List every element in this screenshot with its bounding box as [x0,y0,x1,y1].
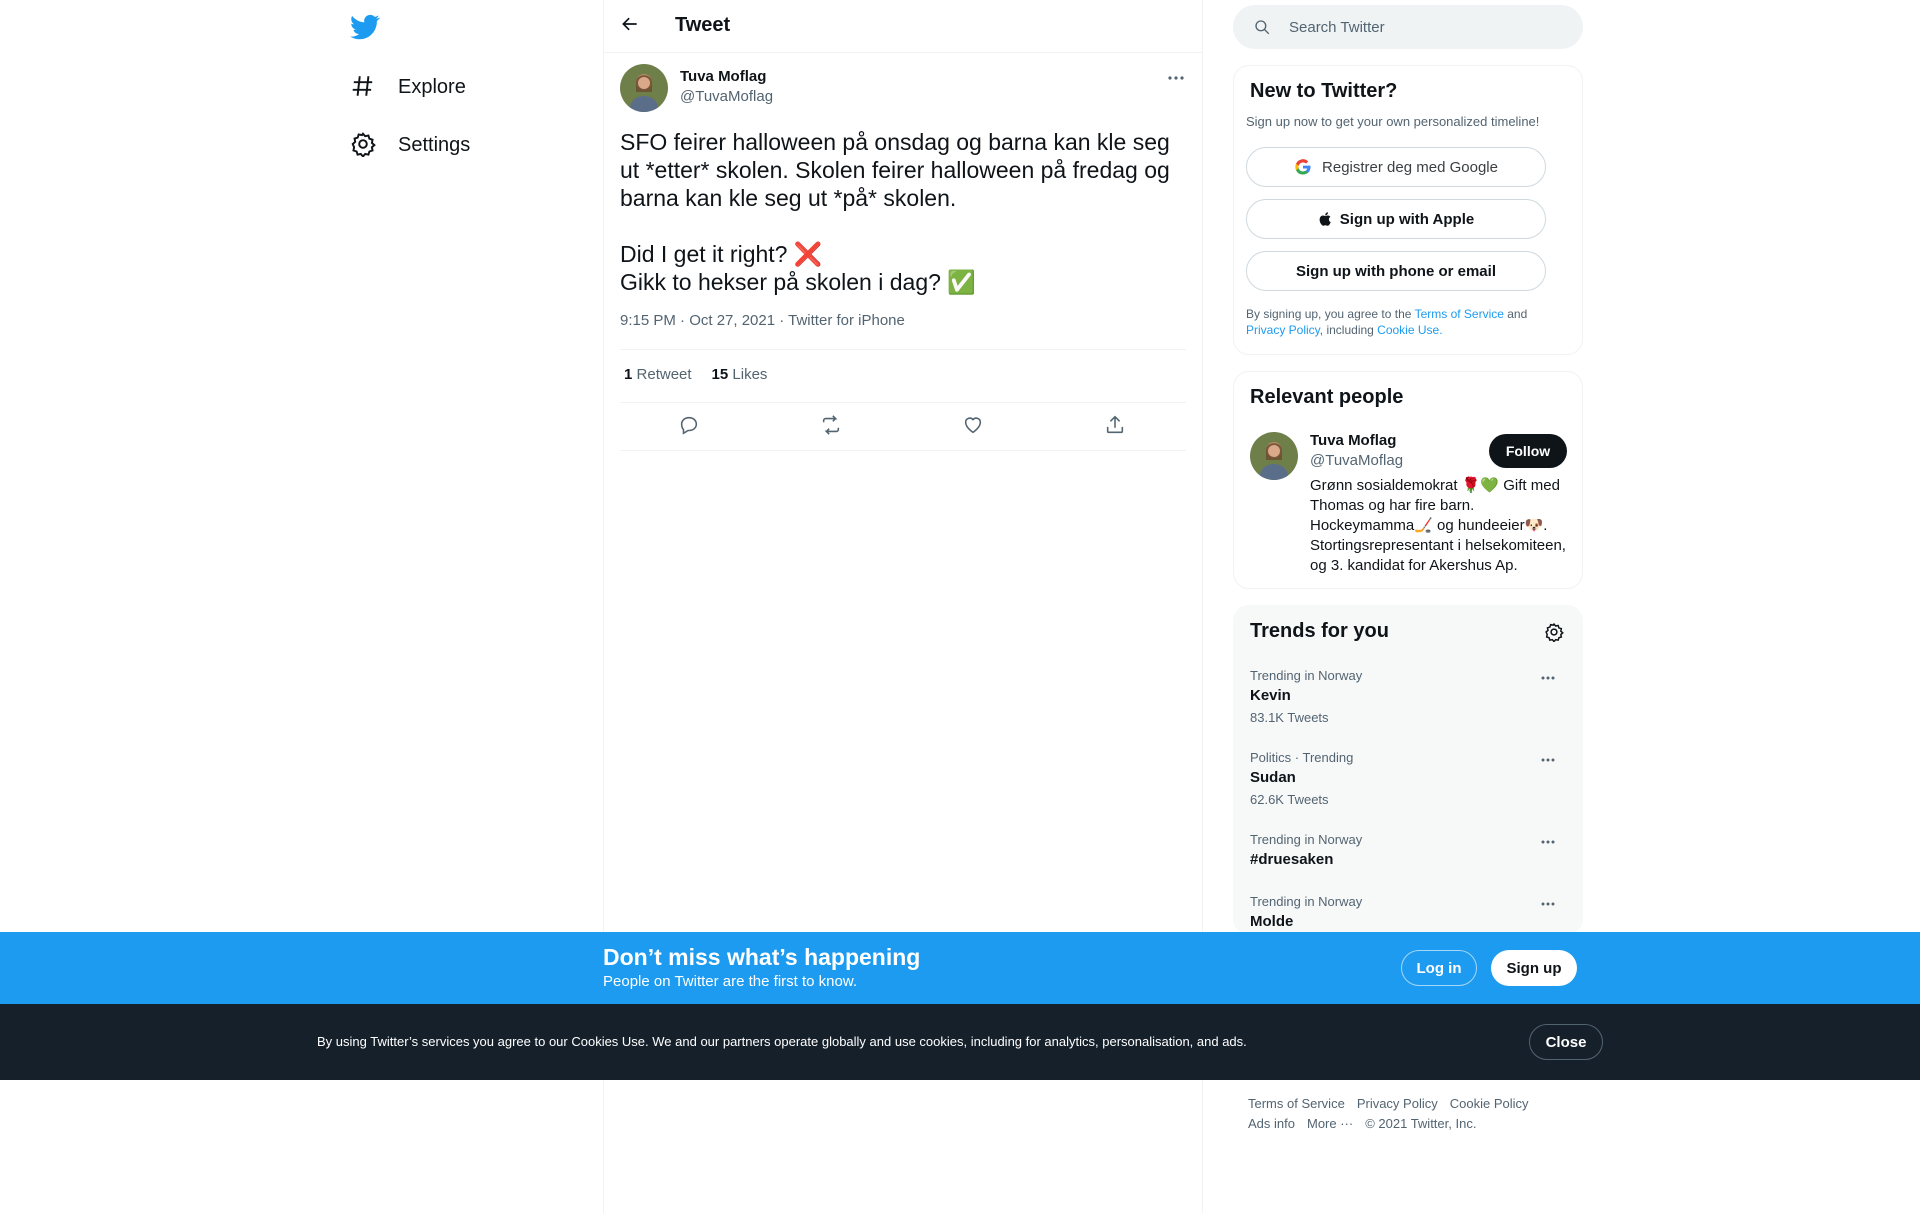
signup-banner-subtitle: People on Twitter are the first to know. [603,973,858,990]
likes-label: Likes [732,366,768,383]
retweet-count: 1 [624,366,633,383]
legal-text-3: , including [1319,323,1378,337]
apple-icon [1318,211,1334,227]
signup-banner [0,932,1920,1004]
apple-signup-button[interactable]: Sign up with Apple [1246,199,1546,239]
footer-more-link[interactable]: More ··· [1307,1116,1353,1131]
more-options-icon[interactable] [1538,894,1558,914]
trend-item[interactable]: Trending in Norway #druesaken [1250,832,1570,868]
trend-title: Kevin [1250,687,1291,704]
login-button[interactable]: Log in [1401,950,1477,986]
divider [620,349,1186,350]
reply-icon[interactable] [678,414,702,438]
trend-title: Sudan [1250,769,1296,786]
relevant-people-card: Relevant people Tuva Moflag @TuvaMoflag … [1233,371,1583,589]
google-icon [1294,158,1312,176]
like-heart-icon[interactable] [962,414,986,438]
trends-settings-gear-icon[interactable] [1544,622,1564,642]
apple-signup-label: Sign up with Apple [1339,210,1475,228]
twitter-logo-icon[interactable] [350,12,382,44]
follow-button[interactable]: Follow [1489,434,1567,468]
footer-copyright: © 2021 Twitter, Inc. [1365,1116,1477,1131]
trend-count: 83.1K Tweets [1250,710,1329,725]
card-title: New to Twitter? [1250,80,1398,102]
signup-banner-title: Don’t miss what’s happening [603,944,921,970]
more-options-icon[interactable] [1538,750,1558,770]
trends-card: Trends for you Trending in Norway Kevin … [1233,605,1583,935]
card-subtitle: Sign up now to get your own personalized… [1246,114,1540,129]
privacy-link[interactable]: Privacy Policy [1246,323,1320,337]
footer-cookie-link[interactable]: Cookie Policy [1450,1096,1529,1111]
google-signup-label: Registrer deg med Google [1322,158,1498,176]
retweet-icon[interactable] [820,414,844,438]
trend-context: Politics · Trending [1250,750,1354,765]
trend-item[interactable]: Politics · Trending Sudan 62.6K Tweets [1250,750,1570,807]
tweet-timestamp[interactable]: 9:15 PM · Oct 27, 2021 · Twitter for iPh… [620,312,905,329]
likes-count: 15 [711,366,729,383]
person-handle[interactable]: @TuvaMoflag [1310,452,1403,469]
terms-link[interactable]: Terms of Service [1415,307,1504,321]
back-arrow-icon[interactable] [620,14,642,36]
more-options-icon[interactable] [1538,832,1558,852]
login-label: Log in [1416,959,1462,977]
trend-title: #druesaken [1250,851,1334,868]
footer-links-row: Terms of Service Privacy Policy Cookie P… [1248,1096,1529,1111]
phone-signup-label: Sign up with phone or email [1295,262,1496,280]
hashtag-icon [350,73,378,101]
nav-label-explore: Explore [398,75,466,98]
nav-label-settings: Settings [398,133,471,156]
signup-legal-text: By signing up, you agree to the Terms of… [1246,306,1566,338]
legal-text-1: By signing up, you agree to the [1246,307,1415,321]
author-name[interactable]: Tuva Moflag [680,68,766,85]
signup-button[interactable]: Sign up [1491,950,1577,986]
search-placeholder: Search Twitter [1289,18,1385,36]
cookie-banner-text: By using Twitter’s services you agree to… [317,1034,1247,1049]
google-signup-button[interactable]: Registrer deg med Google [1246,147,1546,187]
person-avatar[interactable] [1250,432,1298,480]
page-title: Tweet [675,14,731,36]
trend-item[interactable]: Trending in Norway Molde [1250,894,1570,930]
divider [620,402,1186,403]
person-name[interactable]: Tuva Moflag [1310,432,1396,449]
cookie-use-link[interactable]: Cookie Use. [1377,323,1442,337]
trend-item[interactable]: Trending in Norway Kevin 83.1K Tweets [1250,668,1570,725]
card-title: Trends for you [1250,620,1389,642]
retweet-stat[interactable]: 1 Retweet [624,366,692,383]
likes-stat[interactable]: 15 Likes [712,366,768,383]
phone-email-signup-button[interactable]: Sign up with phone or email [1246,251,1546,291]
nav-item-explore[interactable]: Explore [350,63,466,111]
footer-terms-link[interactable]: Terms of Service [1248,1096,1345,1111]
search-icon [1253,18,1271,36]
footer-privacy-link[interactable]: Privacy Policy [1357,1096,1438,1111]
author-handle[interactable]: @TuvaMoflag [680,88,773,105]
header-divider [604,52,1202,53]
footer-ads-link[interactable]: Ads info [1248,1116,1295,1131]
divider [620,450,1186,451]
trend-count: 62.6K Tweets [1250,792,1329,807]
tweet-stats: 1 Retweet 15 Likes [624,366,767,383]
search-input[interactable]: Search Twitter [1233,5,1583,49]
legal-text-2: and [1503,307,1528,321]
close-label: Close [1545,1033,1587,1051]
trend-context: Trending in Norway [1250,832,1363,847]
gear-icon [350,131,378,159]
cookie-close-button[interactable]: Close [1529,1024,1603,1060]
retweet-label: Retweet [636,366,692,383]
share-icon[interactable] [1104,414,1128,438]
tweet-text: SFO feirer halloween på onsdag og barna … [620,129,1170,295]
more-options-icon[interactable] [1164,68,1188,88]
trend-context: Trending in Norway [1250,894,1363,909]
more-options-icon[interactable] [1538,668,1558,688]
person-bio: Grønn sosialdemokrat 🌹💚 Gift med Thomas … [1310,477,1566,574]
card-title: Relevant people [1250,386,1404,408]
trend-title: Molde [1250,913,1294,930]
trend-context: Trending in Norway [1250,668,1363,683]
new-to-twitter-card: New to Twitter? Sign up now to get your … [1233,65,1583,355]
footer-links-row: Ads info More ··· © 2021 Twitter, Inc. [1248,1116,1476,1131]
signup-label: Sign up [1506,959,1562,977]
follow-label: Follow [1505,443,1551,459]
nav-item-settings[interactable]: Settings [350,121,470,169]
author-avatar[interactable] [620,64,668,112]
